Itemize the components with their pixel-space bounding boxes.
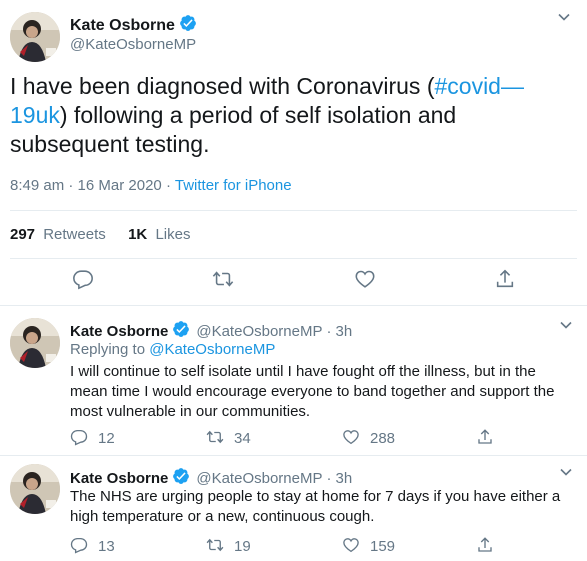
replying-label: Replying to <box>70 341 146 358</box>
retweet-count: 34 <box>234 430 251 447</box>
reply-header: Kate Osborne @KateOsborneMP · 3h <box>70 320 352 342</box>
verified-badge-icon <box>172 320 190 342</box>
author-handle[interactable]: @KateOsborneMP <box>196 470 322 487</box>
share-icon[interactable] <box>494 268 516 290</box>
likes-label[interactable]: Likes <box>155 226 190 243</box>
header-separator: · <box>326 322 332 340</box>
reply-header: Kate Osborne @KateOsborneMP · 3h <box>70 467 352 489</box>
reply-text: The NHS are urging people to stay at hom… <box>70 488 561 525</box>
reply-icon[interactable] <box>72 268 94 290</box>
retweet-icon[interactable] <box>206 536 224 557</box>
author-handle[interactable]: @KateOsborneMP <box>196 323 322 340</box>
main-tweet: Kate Osborne @KateOsborneMP I have been … <box>0 0 587 306</box>
tweet-age[interactable]: 3h <box>335 323 352 340</box>
verified-badge-icon <box>172 467 190 489</box>
retweet-icon[interactable] <box>212 268 234 290</box>
tweet-text-after: ) following a period of self isolation a… <box>10 102 457 157</box>
chevron-down-icon[interactable] <box>557 10 571 27</box>
author-name-row: Kate Osborne <box>70 14 197 37</box>
retweets-count[interactable]: 297 <box>10 226 35 243</box>
share-button[interactable] <box>476 428 494 449</box>
likes-count[interactable]: 1K <box>128 226 147 243</box>
retweet-button[interactable]: 19 <box>206 536 251 557</box>
share-icon[interactable] <box>476 536 494 557</box>
reply-tweet[interactable]: Kate Osborne @KateOsborneMP · 3h Replyin… <box>0 306 587 456</box>
like-count: 288 <box>370 430 396 447</box>
reply-text: I will continue to self isolate until I … <box>70 363 555 420</box>
chevron-down-icon[interactable] <box>559 465 573 482</box>
like-button[interactable]: 288 <box>342 428 395 449</box>
reply-count: 13 <box>98 538 115 555</box>
author-name[interactable]: Kate Osborne <box>70 17 175 35</box>
avatar[interactable] <box>10 12 60 62</box>
reply-button[interactable]: 12 <box>70 428 115 449</box>
avatar[interactable] <box>10 464 60 514</box>
header-separator: · <box>326 469 332 487</box>
author-name[interactable]: Kate Osborne <box>70 470 168 487</box>
share-button[interactable] <box>476 536 494 557</box>
tweet-actions <box>0 268 587 298</box>
tweet-text-before: I have been diagnosed with Coronavirus ( <box>10 73 435 99</box>
tweet-stats: 297 Retweets 1K Likes <box>10 226 190 243</box>
replying-to: Replying to @KateOsborneMP <box>70 341 275 358</box>
chevron-down-icon[interactable] <box>559 318 573 335</box>
reply-tweet[interactable]: Kate Osborne @KateOsborneMP · 3h The NHS… <box>0 456 587 561</box>
author-name[interactable]: Kate Osborne <box>70 323 168 340</box>
reply-icon[interactable] <box>70 536 88 557</box>
tweet-time[interactable]: 8:49 am <box>10 177 64 194</box>
replying-to-link[interactable]: @KateOsborneMP <box>149 341 275 358</box>
share-icon[interactable] <box>476 428 494 449</box>
like-count: 159 <box>370 538 396 555</box>
tweet-age[interactable]: 3h <box>335 470 352 487</box>
author-handle[interactable]: @KateOsborneMP <box>70 36 196 53</box>
like-button[interactable]: 159 <box>342 536 395 557</box>
retweet-count: 19 <box>234 538 251 555</box>
tweet-text: I have been diagnosed with Coronavirus (… <box>10 72 580 159</box>
meta-separator: · <box>165 177 171 194</box>
divider <box>10 210 577 211</box>
tweet-meta: 8:49 am · 16 Mar 2020 · Twitter for iPho… <box>10 177 292 194</box>
reply-button[interactable]: 13 <box>70 536 115 557</box>
avatar[interactable] <box>10 318 60 368</box>
reply-actions: 13 19 159 <box>70 536 570 556</box>
heart-icon[interactable] <box>342 428 360 449</box>
retweets-label[interactable]: Retweets <box>43 226 106 243</box>
meta-separator: · <box>68 177 74 194</box>
heart-icon[interactable] <box>354 268 376 290</box>
retweet-icon[interactable] <box>206 428 224 449</box>
tweet-source-link[interactable]: Twitter for iPhone <box>175 177 292 194</box>
verified-badge-icon <box>179 14 197 37</box>
tweet-date[interactable]: 16 Mar 2020 <box>78 177 162 194</box>
heart-icon[interactable] <box>342 536 360 557</box>
retweet-button[interactable]: 34 <box>206 428 251 449</box>
reply-actions: 12 34 288 <box>70 428 570 448</box>
reply-icon[interactable] <box>70 428 88 449</box>
reply-count: 12 <box>98 430 115 447</box>
divider <box>10 258 577 259</box>
